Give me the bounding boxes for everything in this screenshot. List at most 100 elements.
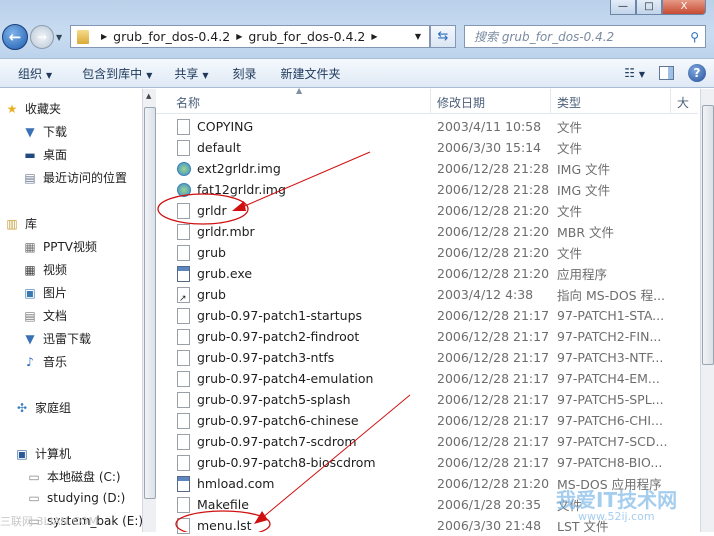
video-library-icon: ▦ xyxy=(24,239,36,254)
address-bar[interactable]: ▶ grub_for_dos-0.4.2 ▶ grub_for_dos-0.4.… xyxy=(70,25,430,48)
file-file-icon xyxy=(177,202,190,219)
file-name: grub xyxy=(197,245,226,260)
file-name: grub-0.97-patch3-ntfs xyxy=(197,350,335,365)
file-date: 2006/12/28 21:28 xyxy=(437,182,550,197)
close-button[interactable]: X xyxy=(662,0,706,15)
sidebar-scrollbar[interactable]: ▲ xyxy=(142,89,156,532)
file-list-scrollbar[interactable] xyxy=(700,89,714,532)
minimize-button[interactable]: — xyxy=(610,0,636,15)
title-bar: — □ X ← → ▼ ▶ grub_for_dos-0.4.2 ▶ grub_… xyxy=(0,0,714,58)
forward-button[interactable]: → xyxy=(30,25,54,49)
file-date: 2006/12/28 21:20 xyxy=(437,266,550,281)
sidebar-item-thunder[interactable]: ▼ 迅雷下载 xyxy=(22,330,91,347)
file-date: 2006/12/28 21:17 xyxy=(437,455,550,470)
preview-pane-icon[interactable] xyxy=(659,66,674,80)
file-name: grub xyxy=(197,287,226,302)
drive-icon: ▭ xyxy=(28,491,40,505)
file-type: 97-PATCH3-NTF... xyxy=(557,350,664,365)
sidebar-item-drive-c[interactable]: ▭ 本地磁盘 (C:) xyxy=(26,468,120,485)
file-row[interactable]: grub.exe 2006/12/28 21:20 应用程序 xyxy=(156,263,698,284)
chevron-right-icon[interactable]: ▶ xyxy=(236,32,242,41)
maximize-button[interactable]: □ xyxy=(636,0,662,15)
documents-icon: ▤ xyxy=(24,308,36,323)
file-row[interactable]: grub-0.97-patch6-chinese 2006/12/28 21:1… xyxy=(156,410,698,431)
search-icon[interactable]: ⚲ xyxy=(690,30,699,44)
file-date: 2006/12/28 21:17 xyxy=(437,413,550,428)
share-button[interactable]: 共享 ▼ xyxy=(174,65,208,82)
sidebar-item-recent[interactable]: ▤ 最近访问的位置 xyxy=(22,169,127,186)
sidebar-item-downloads[interactable]: ▼ 下载 xyxy=(22,123,67,140)
file-row[interactable]: fat12grldr.img 2006/12/28 21:28 IMG 文件 xyxy=(156,179,698,200)
file-row[interactable]: COPYING 2003/4/11 10:58 文件 xyxy=(156,116,698,137)
file-row[interactable]: grub-0.97-patch2-findroot 2006/12/28 21:… xyxy=(156,326,698,347)
file-row[interactable]: grldr.mbr 2006/12/28 21:20 MBR 文件 xyxy=(156,221,698,242)
watermark-url: www.52ij.com xyxy=(578,510,655,523)
file-type: 97-PATCH5-SPL... xyxy=(557,392,664,407)
file-row[interactable]: grldr 2006/12/28 21:20 文件 xyxy=(156,200,698,221)
back-button[interactable]: ← xyxy=(2,24,28,50)
file-row[interactable]: grub-0.97-patch7-scdrom 2006/12/28 21:17… xyxy=(156,431,698,452)
sidebar-item-pictures[interactable]: ▣ 图片 xyxy=(22,284,67,301)
sidebar-item-homegroup[interactable]: ✣ 家庭组 xyxy=(14,399,71,416)
column-date[interactable]: 修改日期 xyxy=(437,94,485,111)
file-file-icon xyxy=(177,412,190,429)
sidebar-item-libraries[interactable]: ▥ 库 xyxy=(4,215,37,232)
download-folder-icon: ▼ xyxy=(25,124,35,139)
file-file-icon xyxy=(177,349,190,366)
file-date: 2006/12/28 21:17 xyxy=(437,434,550,449)
file-row[interactable]: default 2006/3/30 15:14 文件 xyxy=(156,137,698,158)
sidebar-item-pptv[interactable]: ▦ PPTV视频 xyxy=(22,238,97,255)
watermark: 我爱IT技术网 xyxy=(556,488,678,512)
help-icon[interactable]: ? xyxy=(688,64,706,82)
file-file-icon xyxy=(177,139,190,156)
column-name[interactable]: 名称 xyxy=(176,94,200,111)
file-name: grub-0.97-patch1-startups xyxy=(197,308,363,323)
recent-pages-dropdown[interactable]: ▼ xyxy=(56,33,62,42)
sidebar-item-music[interactable]: ♪ 音乐 xyxy=(22,353,67,370)
file-name: default xyxy=(197,140,241,155)
sidebar-item-favorites[interactable]: ★ 收藏夹 xyxy=(4,100,61,117)
file-row[interactable]: grub-0.97-patch3-ntfs 2006/12/28 21:17 9… xyxy=(156,347,698,368)
file-name: Makefile xyxy=(197,497,249,512)
download-folder-icon: ▼ xyxy=(25,331,35,346)
refresh-button[interactable]: ⇆ xyxy=(430,25,456,48)
file-row[interactable]: ext2grldr.img 2006/12/28 21:28 IMG 文件 xyxy=(156,158,698,179)
sidebar-item-desktop[interactable]: ▬ 桌面 xyxy=(22,146,67,163)
include-library-button[interactable]: 包含到库中 ▼ xyxy=(82,65,152,82)
sidebar-item-videos[interactable]: ▦ 视频 xyxy=(22,261,67,278)
column-type[interactable]: 类型 xyxy=(557,94,581,111)
star-icon: ★ xyxy=(6,101,18,116)
search-input[interactable]: 搜索 grub_for_dos-0.4.2 ⚲ xyxy=(464,25,706,48)
sidebar-item-computer[interactable]: ▣ 计算机 xyxy=(14,445,71,462)
command-bar: 组织 ▼ 包含到库中 ▼ 共享 ▼ 刻录 新建文件夹 ☷ ▼ ? xyxy=(0,58,714,88)
sidebar-item-drive-d[interactable]: ▭ studying (D:) xyxy=(26,491,125,505)
chevron-right-icon[interactable]: ▶ xyxy=(371,32,377,41)
address-dropdown[interactable]: ▼ xyxy=(415,32,421,41)
file-row[interactable]: grub-0.97-patch4-emulation 2006/12/28 21… xyxy=(156,368,698,389)
scrollbar-thumb[interactable] xyxy=(702,105,714,365)
column-size[interactable]: 大 xyxy=(677,94,689,111)
file-date: 2006/12/28 21:28 xyxy=(437,161,550,176)
file-name: ext2grldr.img xyxy=(197,161,281,176)
breadcrumb-segment[interactable]: grub_for_dos-0.4.2 xyxy=(248,29,365,44)
chevron-right-icon[interactable]: ▶ xyxy=(101,32,107,41)
file-file-icon xyxy=(177,370,190,387)
file-row[interactable]: grub-0.97-patch1-startups 2006/12/28 21:… xyxy=(156,305,698,326)
new-folder-button[interactable]: 新建文件夹 xyxy=(281,65,341,82)
file-date: 2006/12/28 21:17 xyxy=(437,371,550,386)
organize-button[interactable]: 组织 ▼ xyxy=(18,65,52,82)
drive-icon: ▭ xyxy=(28,469,40,484)
file-row[interactable]: grub-0.97-patch5-splash 2006/12/28 21:17… xyxy=(156,389,698,410)
lnk-file-icon xyxy=(177,286,190,304)
file-row[interactable]: grub 2006/12/28 21:20 文件 xyxy=(156,242,698,263)
file-row[interactable]: grub 2003/4/12 4:38 指向 MS-DOS 程... xyxy=(156,284,698,305)
burn-button[interactable]: 刻录 xyxy=(233,65,257,82)
breadcrumb-segment[interactable]: grub_for_dos-0.4.2 xyxy=(113,29,230,44)
pictures-icon: ▣ xyxy=(24,285,36,300)
file-type: MBR 文件 xyxy=(557,225,615,240)
view-options-icon[interactable]: ☷ ▼ xyxy=(624,66,645,80)
sidebar-item-documents[interactable]: ▤ 文档 xyxy=(22,307,67,324)
file-type: 97-PATCH7-SCD... xyxy=(557,434,668,449)
file-row[interactable]: grub-0.97-patch8-bioscdrom 2006/12/28 21… xyxy=(156,452,698,473)
scrollbar-thumb[interactable] xyxy=(144,107,156,499)
